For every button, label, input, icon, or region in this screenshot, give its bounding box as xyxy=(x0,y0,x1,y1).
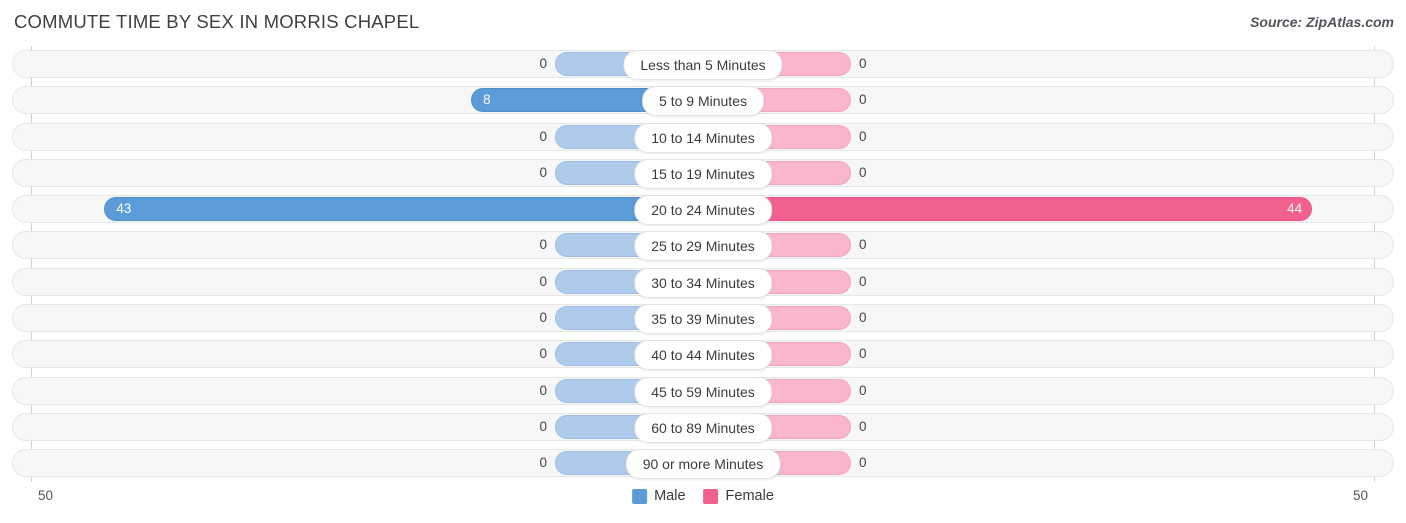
category-label-pill: 25 to 29 Minutes xyxy=(634,231,772,262)
legend-item-male[interactable]: Male xyxy=(632,488,686,504)
category-label-pill: 10 to 14 Minutes xyxy=(634,122,772,153)
bar-row: 0 0 45 to 59 Minutes xyxy=(0,373,1406,409)
chart-plot-area: 0 0 Less than 5 Minutes 8 0 5 to 9 Minutes 0 0 1… xyxy=(0,46,1406,482)
axis-tick-left: 50 xyxy=(38,488,54,503)
male-value-label: 0 xyxy=(539,346,547,362)
page-title: COMMUTE TIME BY SEX IN MORRIS CHAPEL xyxy=(14,11,420,32)
male-value-label: 0 xyxy=(539,455,547,471)
female-value-label: 0 xyxy=(859,164,867,180)
bar-row: 0 0 25 to 29 Minutes xyxy=(0,227,1406,263)
bar-row: 0 0 10 to 14 Minutes xyxy=(0,119,1406,155)
bar-row: 0 0 60 to 89 Minutes xyxy=(0,409,1406,445)
category-label-pill: 20 to 24 Minutes xyxy=(634,195,772,226)
female-value-label: 0 xyxy=(859,310,867,326)
legend-swatch-female-icon xyxy=(703,488,719,504)
chart-header: COMMUTE TIME BY SEX IN MORRIS CHAPEL Sou… xyxy=(0,0,1406,46)
male-value-label: 0 xyxy=(539,56,547,71)
axis-tick-right: 50 xyxy=(1352,488,1368,503)
category-label-pill: 40 to 44 Minutes xyxy=(634,340,772,371)
female-value-label: 0 xyxy=(859,237,867,253)
legend-label-male: Male xyxy=(654,488,686,504)
male-value-label: 0 xyxy=(539,237,547,253)
male-value-label: 0 xyxy=(539,128,547,144)
male-value-label: 0 xyxy=(539,164,547,180)
category-label-pill: 5 to 9 Minutes xyxy=(642,86,764,117)
category-label-pill: Less than 5 Minutes xyxy=(623,50,783,80)
female-value-label: 0 xyxy=(859,455,867,471)
bar-rows-container: 0 0 Less than 5 Minutes 8 0 5 to 9 Minutes 0 0 1… xyxy=(0,46,1406,482)
chart-legend: Male Female xyxy=(632,488,774,504)
female-value-label: 0 xyxy=(859,56,867,71)
male-value-label: 0 xyxy=(539,382,547,398)
bar-row: 0 0 15 to 19 Minutes xyxy=(0,155,1406,191)
legend-label-female: Female xyxy=(725,488,774,504)
female-value-label: 44 xyxy=(1287,201,1303,217)
male-value-label: 8 xyxy=(483,92,491,108)
bar-row: 0 0 30 to 34 Minutes xyxy=(0,264,1406,300)
male-value-label: 0 xyxy=(539,273,547,289)
bar-row: 0 0 35 to 39 Minutes xyxy=(0,300,1406,336)
bar-row: 0 0 Less than 5 Minutes xyxy=(0,46,1406,82)
female-value-label: 0 xyxy=(859,382,867,398)
category-label-pill: 90 or more Minutes xyxy=(625,449,781,480)
category-label-pill: 15 to 19 Minutes xyxy=(634,158,772,189)
legend-swatch-male-icon xyxy=(632,488,648,504)
category-label-pill: 35 to 39 Minutes xyxy=(634,304,772,335)
category-label-pill: 30 to 34 Minutes xyxy=(634,267,772,298)
female-value-label: 0 xyxy=(859,273,867,289)
female-bar[interactable] xyxy=(703,197,1313,222)
bar-row: 0 0 40 to 44 Minutes xyxy=(0,336,1406,372)
male-value-label: 0 xyxy=(539,310,547,326)
male-bar[interactable] xyxy=(104,197,703,222)
male-value-label: 0 xyxy=(539,418,547,434)
female-value-label: 0 xyxy=(859,92,867,108)
female-value-label: 0 xyxy=(859,128,867,144)
female-value-label: 0 xyxy=(859,418,867,434)
female-value-label: 0 xyxy=(859,346,867,362)
bar-row: 43 44 20 to 24 Minutes xyxy=(0,191,1406,227)
category-label-pill: 60 to 89 Minutes xyxy=(634,412,772,443)
legend-item-female[interactable]: Female xyxy=(703,488,774,504)
category-label-pill: 45 to 59 Minutes xyxy=(634,376,772,407)
chart-footer: 50 50 Male Female xyxy=(0,482,1406,523)
bar-row: 0 0 90 or more Minutes xyxy=(0,445,1406,481)
source-attribution: Source: ZipAtlas.com xyxy=(1250,14,1394,30)
male-value-label: 43 xyxy=(116,201,132,217)
bar-row: 8 0 5 to 9 Minutes xyxy=(0,82,1406,118)
